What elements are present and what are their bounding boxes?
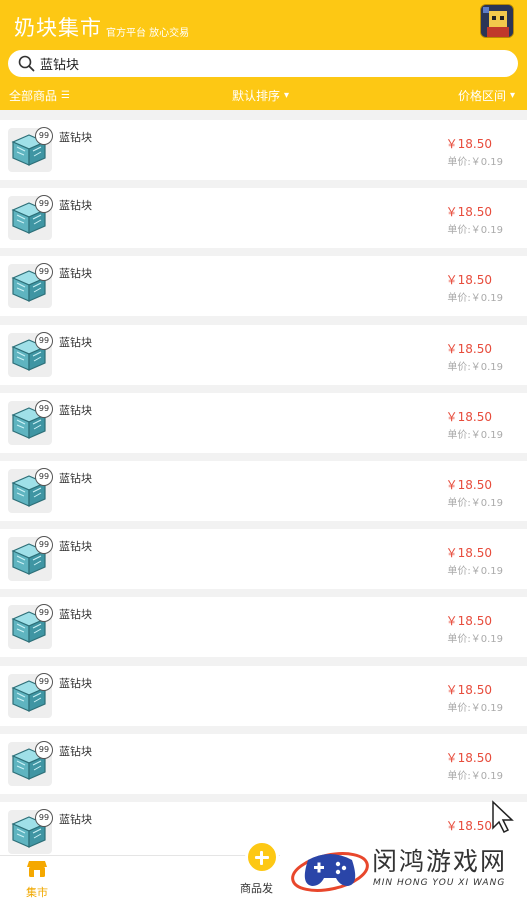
quantity-badge: 99 xyxy=(35,809,53,827)
quantity-badge: 99 xyxy=(35,468,53,486)
list-item[interactable]: 99 蓝钻块 ￥18.50 单价:￥0.19 xyxy=(0,529,527,590)
item-name: 蓝钻块 xyxy=(59,540,92,554)
filter-sort[interactable]: 默认排序 ▾ xyxy=(232,87,289,104)
filter-sort-label: 默认排序 xyxy=(232,89,281,103)
list-item[interactable]: 99 蓝钻块 ￥18.50 单价:￥0.19 xyxy=(0,733,527,794)
item-name: 蓝钻块 xyxy=(59,676,92,690)
tab-publish-label[interactable]: 商品发 xyxy=(240,880,273,896)
item-price: ￥18.50 xyxy=(445,273,492,288)
list-item[interactable]: 99 蓝钻块 ￥18.50 单价:￥0.19 xyxy=(0,120,527,180)
filter-all-goods[interactable]: 全部商品 ☰ xyxy=(9,87,70,104)
item-name: 蓝钻块 xyxy=(59,813,92,826)
filter-price-range-label: 价格区间 xyxy=(457,89,506,103)
list-item[interactable]: 99 蓝钻块 ￥18.50 单价:￥0.19 xyxy=(0,665,527,726)
item-name: 蓝钻块 xyxy=(59,131,92,144)
item-name: 蓝钻块 xyxy=(59,608,92,622)
market-page: 奶块集市 官方平台 放心交易 全部商品 ☰ 默认排序 ▾ xyxy=(0,0,527,907)
item-price: ￥18.50 xyxy=(445,546,492,561)
watermark-title: 闵鸿游戏网 xyxy=(372,847,508,876)
item-price: ￥18.50 xyxy=(445,478,492,492)
quantity-badge: 99 xyxy=(35,399,53,418)
app-title: 奶块集市 xyxy=(14,16,102,40)
item-unit-price: 单价:￥0.19 xyxy=(447,702,503,714)
quantity-badge: 99 xyxy=(35,331,53,350)
item-unit-price: 单价:￥0.19 xyxy=(447,361,503,373)
header: 奶块集市 官方平台 放心交易 全部商品 ☰ 默认排序 ▾ xyxy=(0,0,527,110)
app-slogan: 官方平台 放心交易 xyxy=(106,28,190,39)
filter-all-goods-label: 全部商品 xyxy=(9,89,58,103)
item-name: 蓝钻块 xyxy=(59,472,92,485)
search-input[interactable] xyxy=(40,50,500,77)
list-item[interactable]: 99 蓝钻块 ￥18.50 单价:￥0.19 xyxy=(0,324,527,385)
watermark-subtitle: MIN HONG YOU XI WANG xyxy=(373,878,506,888)
item-name: 蓝钻块 xyxy=(59,267,92,281)
gamepad-logo-icon xyxy=(291,852,369,892)
item-unit-price: 单价:￥0.19 xyxy=(447,429,503,441)
item-price: ￥18.50 xyxy=(445,409,492,424)
chevron-down-icon: ▾ xyxy=(284,90,290,101)
item-price: ￥18.50 xyxy=(445,205,492,220)
item-name: 蓝钻块 xyxy=(59,403,92,417)
quantity-badge: 99 xyxy=(35,672,53,691)
item-name: 蓝钻块 xyxy=(59,199,92,213)
tab-market-label: 集市 xyxy=(26,886,48,899)
list-menu-icon: ☰ xyxy=(61,90,70,101)
item-unit-price: 单价:￥0.19 xyxy=(447,293,503,305)
list-item[interactable]: 99 蓝钻块 ￥18.50 单价:￥0.19 xyxy=(0,392,527,453)
site-watermark: 闵鸿游戏网 MIN HONG YOU XI WANG xyxy=(280,834,527,907)
game-avatar-icon[interactable] xyxy=(480,4,514,38)
item-unit-price: 单价:￥0.19 xyxy=(447,225,503,237)
item-price: ￥18.50 xyxy=(445,750,492,765)
quantity-badge: 99 xyxy=(35,127,53,145)
item-unit-price: 单价:￥0.19 xyxy=(447,498,503,509)
item-name: 蓝钻块 xyxy=(59,744,92,758)
list-item[interactable]: 99 蓝钻块 ￥18.50 单价:￥0.19 xyxy=(0,188,527,249)
search-icon xyxy=(18,55,35,72)
list-item[interactable]: 99 蓝钻块 ￥18.50 单价:￥0.19 xyxy=(0,597,527,658)
publish-item-button[interactable] xyxy=(245,840,279,874)
list-item[interactable]: 99 蓝钻块 ￥18.50 单价:￥0.19 xyxy=(0,461,527,521)
tab-market[interactable]: 集市 xyxy=(14,860,60,904)
quantity-badge: 99 xyxy=(35,740,53,759)
shop-icon xyxy=(27,861,47,877)
search-bar[interactable] xyxy=(8,50,518,77)
list-item[interactable]: 99 蓝钻块 ￥18.50 单价:￥0.19 xyxy=(0,256,527,317)
item-price: ￥18.50 xyxy=(445,682,492,697)
item-price: ￥18.50 xyxy=(445,341,492,356)
item-price: ￥18.50 xyxy=(445,819,492,833)
mouse-cursor-icon xyxy=(492,800,514,834)
filter-price-range[interactable]: 价格区间 ▾ xyxy=(458,87,515,104)
item-price: ￥18.50 xyxy=(445,614,492,629)
chevron-down-icon: ▾ xyxy=(509,90,515,101)
item-unit-price: 单价:￥0.19 xyxy=(447,770,503,782)
item-name: 蓝钻块 xyxy=(59,335,92,349)
item-unit-price: 单价:￥0.19 xyxy=(447,157,503,168)
item-unit-price: 单价:￥0.19 xyxy=(447,634,503,646)
item-unit-price: 单价:￥0.19 xyxy=(447,566,503,578)
item-price: ￥18.50 xyxy=(445,137,492,151)
